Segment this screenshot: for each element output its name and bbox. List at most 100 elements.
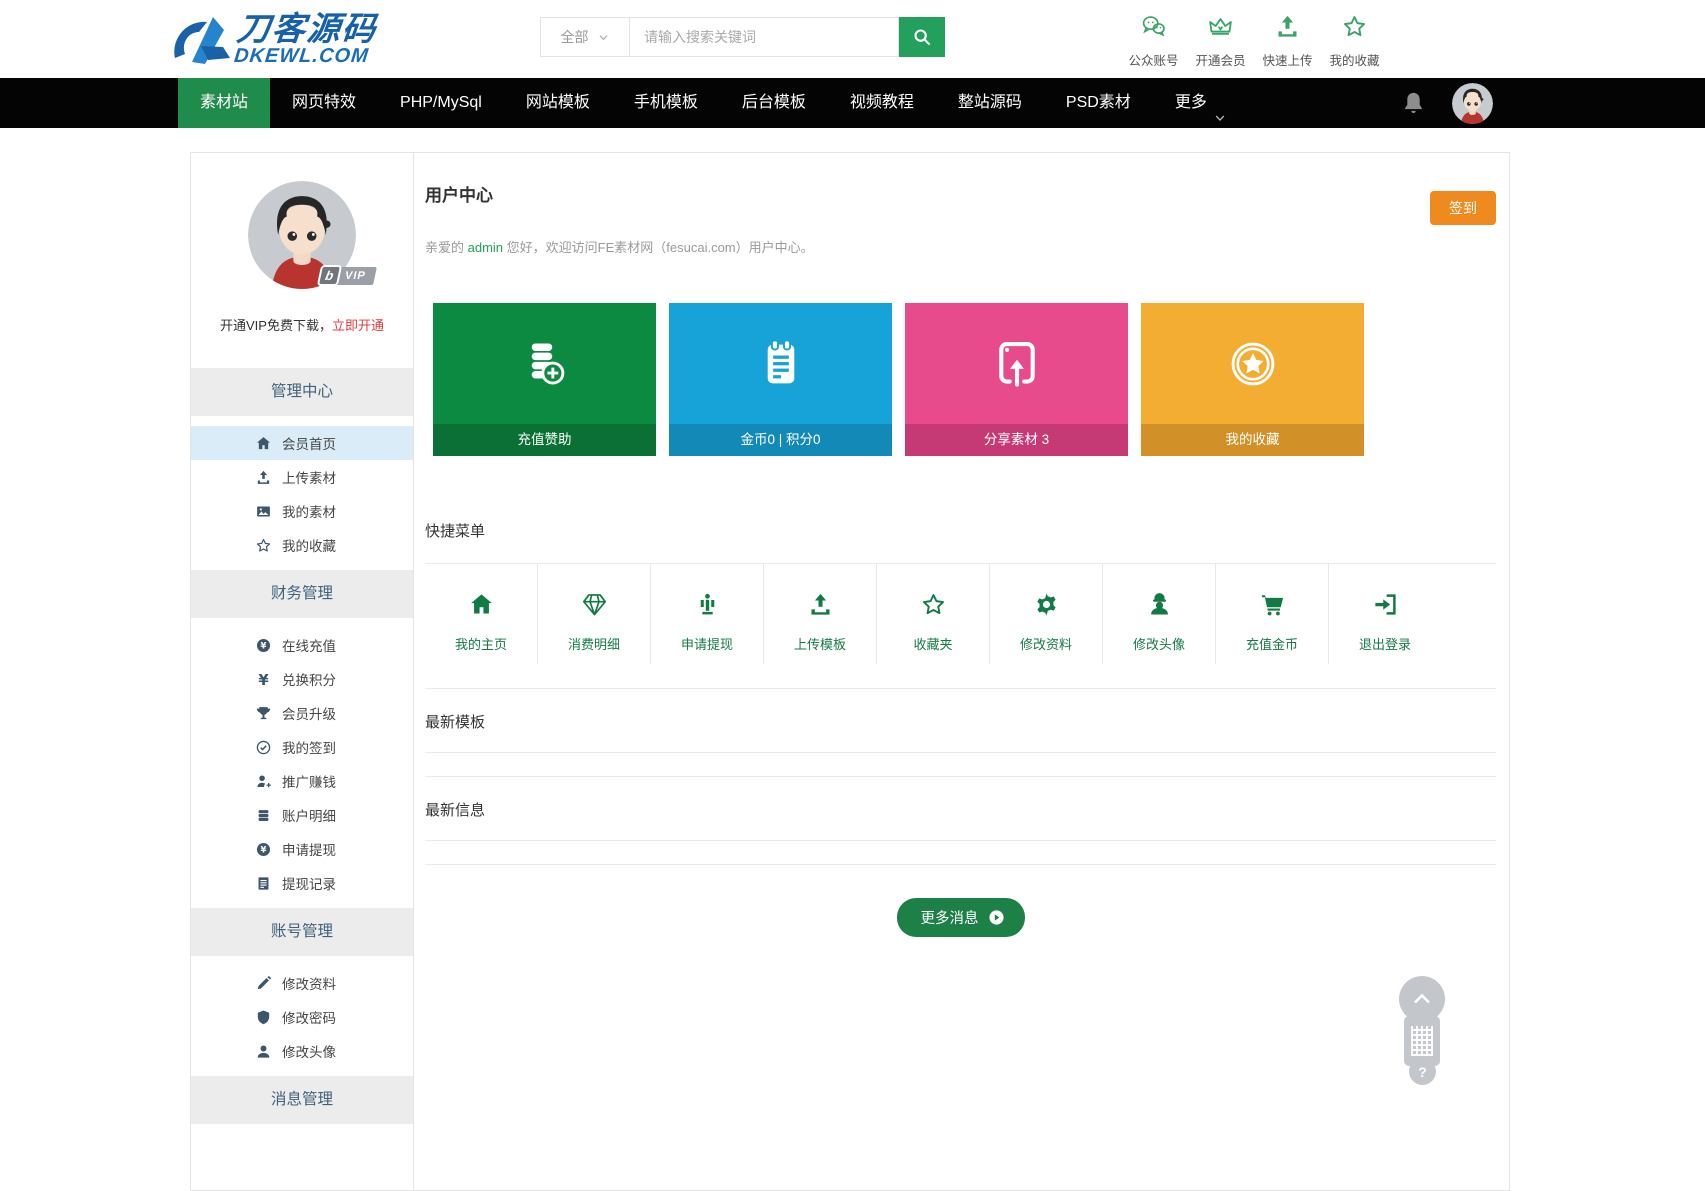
search-button[interactable]: [899, 17, 945, 57]
nav-item-label: 素材站: [200, 94, 249, 111]
header-quick-link[interactable]: 我的收藏: [1321, 13, 1388, 69]
sidebar-item[interactable]: 会员首页: [191, 426, 413, 460]
top-header: 刀客源码 DKEWL.COM 全部 公众账号 开通会员 快速上传 我的收藏: [0, 0, 1705, 78]
signin-button[interactable]: 签到: [1430, 191, 1496, 225]
content-sections: 最新模板 最新信息: [425, 711, 1496, 865]
shield-icon: [255, 1009, 272, 1026]
sidebar-item-label: 在线充值: [282, 639, 336, 654]
trophy-icon: [255, 705, 272, 722]
search-category-dropdown[interactable]: 全部: [540, 17, 630, 57]
bell-icon[interactable]: [1400, 90, 1427, 117]
content-container: b VIP 开通VIP免费下载，立即开通 管理中心 会员首页 上传素材 我的素材 我的收…: [190, 152, 1510, 1191]
stat-card-body: [905, 303, 1128, 424]
quick-menu-label: 上传模板: [793, 637, 846, 652]
nav-item-素材站[interactable]: 素材站: [178, 78, 271, 128]
home-icon: [255, 435, 272, 452]
nav-item-PSD素材[interactable]: PSD素材: [1044, 78, 1153, 128]
sidebar-item[interactable]: ¥ 申请提现: [191, 832, 413, 866]
quick-menu-item[interactable]: 收藏夹: [876, 564, 989, 664]
quick-menu-title: 快捷菜单: [425, 523, 486, 540]
section-title: 最新信息: [425, 802, 486, 819]
header-quick-link[interactable]: 快速上传: [1254, 13, 1321, 69]
sidebar-item[interactable]: 我的收藏: [191, 528, 413, 562]
stat-card[interactable]: 充值赞助: [433, 303, 656, 456]
sidebar-item[interactable]: 修改头像: [191, 1034, 413, 1068]
withdraw-icon: [694, 591, 721, 618]
sidebar-item[interactable]: 账户明细: [191, 798, 413, 832]
sidebar-item[interactable]: 推广赚钱: [191, 764, 413, 798]
vip-promo-text: 开通VIP免费下载，: [220, 318, 332, 333]
yen-circle-icon: ¥: [255, 841, 272, 858]
more-messages-button[interactable]: 更多消息: [896, 898, 1025, 937]
wechat-icon: [1140, 13, 1167, 40]
quick-menu-item[interactable]: 修改头像: [1102, 564, 1215, 664]
sidebar-item-label: 修改资料: [282, 977, 336, 992]
nav-item-视频教程[interactable]: 视频教程: [828, 78, 936, 128]
upload-icon: [807, 591, 834, 618]
home-icon: [468, 591, 495, 618]
vip-open-link[interactable]: 立即开通: [332, 318, 384, 333]
gear-icon: [1033, 591, 1060, 618]
nav-item-网站模板[interactable]: 网站模板: [504, 78, 612, 128]
site-logo[interactable]: 刀客源码 DKEWL.COM: [168, 8, 379, 70]
user-avatar[interactable]: [1452, 83, 1493, 124]
divider: [425, 752, 1496, 753]
stat-card-label: 我的收藏: [1141, 424, 1364, 456]
svg-text:¥: ¥: [261, 641, 267, 651]
sidebar-section-title: 管理中心: [191, 368, 413, 416]
play-circle-icon: [988, 909, 1005, 926]
sidebar-item-label: 上传素材: [282, 471, 336, 486]
help-button[interactable]: ?: [1409, 1058, 1436, 1085]
header-quick-link[interactable]: 开通会员: [1187, 13, 1254, 69]
nav-item-整站源码[interactable]: 整站源码: [936, 78, 1044, 128]
nav-item-more[interactable]: 更多: [1153, 78, 1249, 128]
quick-menu-item[interactable]: 充值金币: [1215, 564, 1328, 664]
sidebar-item[interactable]: 提现记录: [191, 866, 413, 900]
divider: [425, 864, 1496, 865]
stat-card-body: [1141, 303, 1364, 424]
quick-menu-item[interactable]: 修改资料: [989, 564, 1102, 664]
search-input[interactable]: [630, 18, 898, 56]
sidebar-item[interactable]: ¥ 兑换积分: [191, 662, 413, 696]
quick-menu-item[interactable]: 我的主页: [425, 564, 537, 664]
header-quick-link[interactable]: 公众账号: [1120, 13, 1187, 69]
nav-item-label: 网站模板: [525, 94, 590, 111]
sidebar-item-label: 账户明细: [282, 809, 336, 824]
sidebar-item[interactable]: 修改资料: [191, 966, 413, 1000]
quick-menu: 我的主页 消费明细 申请提现 上传模板 收藏夹 修改资料 修改头像 充值金币 退出登录: [425, 564, 1441, 664]
quick-link-label: 公众账号: [1128, 54, 1179, 68]
nav-item-手机模板[interactable]: 手机模板: [612, 78, 720, 128]
nav-item-label: PSD素材: [1065, 94, 1131, 111]
sidebar-section-title: 消息管理: [191, 1076, 413, 1124]
nav-item-后台模板[interactable]: 后台模板: [720, 78, 828, 128]
stat-card[interactable]: 分享素材 3: [905, 303, 1128, 456]
coins-icon: [255, 807, 272, 824]
sidebar-item-label: 会员升级: [282, 707, 336, 722]
stat-card[interactable]: 金币0 | 积分0: [669, 303, 892, 456]
sidebar-item-label: 推广赚钱: [282, 775, 336, 790]
sidebar-item[interactable]: 修改密码: [191, 1000, 413, 1034]
stat-card[interactable]: 我的收藏: [1141, 303, 1364, 456]
back-to-top-button[interactable]: [1399, 976, 1445, 1022]
star-icon: [1341, 13, 1368, 40]
sidebar-section-title: 财务管理: [191, 570, 413, 618]
nav-item-PHP/MySql[interactable]: PHP/MySql: [378, 78, 504, 128]
quick-menu-item[interactable]: 消费明细: [537, 564, 650, 664]
document-icon: [255, 875, 272, 892]
sidebar-item[interactable]: 会员升级: [191, 696, 413, 730]
quick-menu-item[interactable]: 退出登录: [1328, 564, 1441, 664]
logo-text: 刀客源码 DKEWL.COM: [233, 10, 379, 67]
quick-link-label: 开通会员: [1195, 54, 1246, 68]
quick-menu-item[interactable]: 上传模板: [763, 564, 876, 664]
upload-icon: [1274, 13, 1301, 40]
page-title: 用户中心: [425, 186, 493, 205]
chevron-up-icon: [1410, 987, 1434, 1011]
sidebar-item[interactable]: 我的素材: [191, 494, 413, 528]
vip-badge: b VIP: [316, 265, 377, 286]
sidebar-item[interactable]: 我的签到: [191, 730, 413, 764]
quick-menu-item[interactable]: 申请提现: [650, 564, 763, 664]
sidebar-item[interactable]: ¥ 在线充值: [191, 628, 413, 662]
sidebar-item[interactable]: 上传素材: [191, 460, 413, 494]
nav-item-网页特效[interactable]: 网页特效: [270, 78, 378, 128]
sidebar-item-label: 会员首页: [282, 437, 336, 452]
